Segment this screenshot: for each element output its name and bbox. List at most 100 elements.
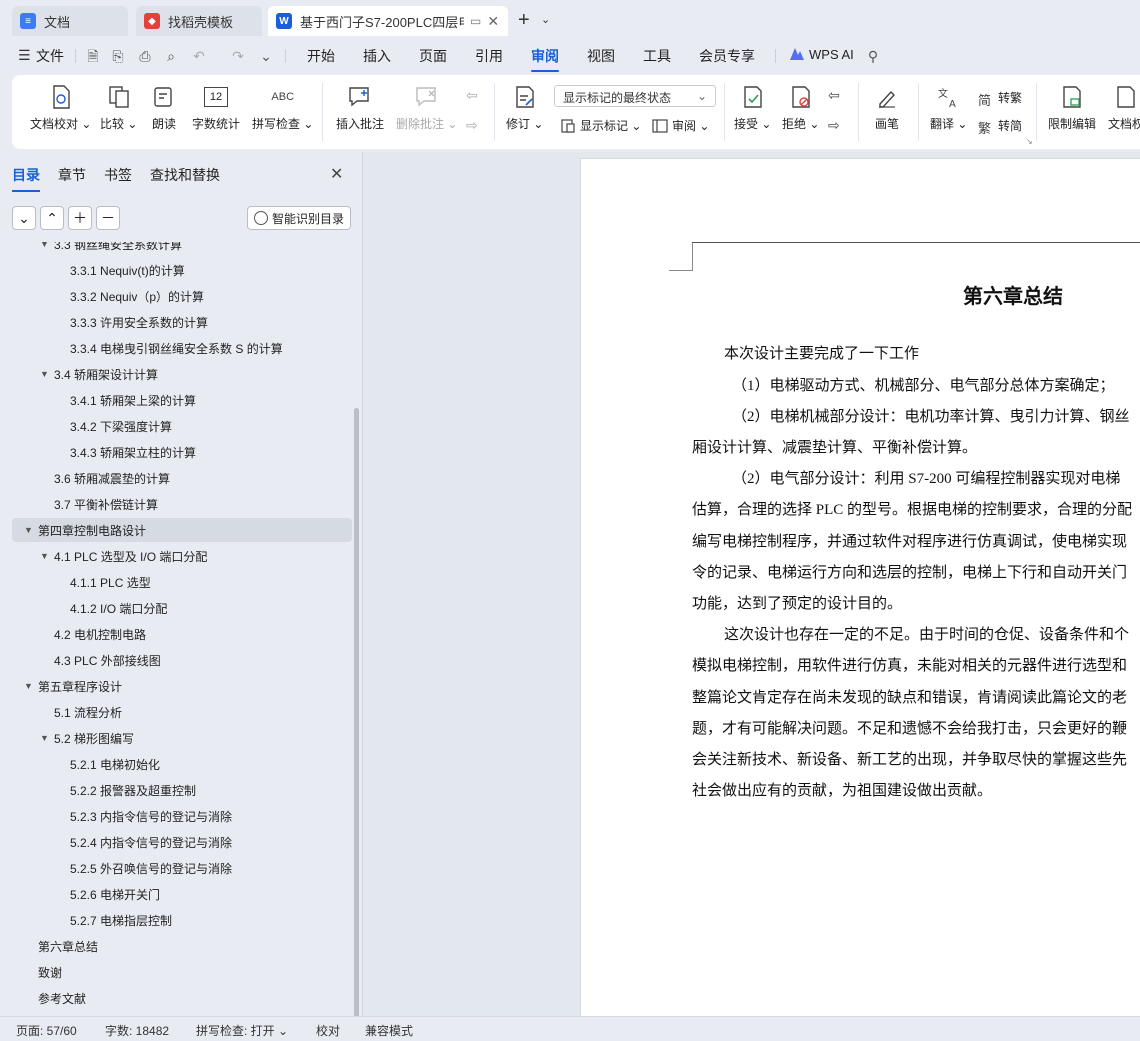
toc-item[interactable]: 参考文献 — [12, 986, 352, 1010]
toc-item[interactable]: 致谢 — [12, 960, 352, 984]
restrict-edit-button[interactable]: 限制编辑 — [1048, 83, 1096, 132]
toc-item[interactable]: ▼ 3.3 钢丝绳安全系数计算 — [12, 242, 352, 256]
new-tab-button[interactable]: + — [518, 9, 530, 32]
save-icon[interactable]: 🗎 — [85, 48, 101, 64]
tab-current-document[interactable]: W 基于西门子S7-200PLC四层电 ▭ ✕ — [268, 6, 508, 36]
word-count-button[interactable]: 12 字数统计 — [192, 83, 240, 132]
toc-expand-arrow-icon[interactable]: ▼ — [40, 733, 49, 743]
toc-expand-arrow-icon[interactable]: ▼ — [40, 551, 49, 561]
menu-references[interactable]: 引用 — [475, 46, 503, 66]
toc-item[interactable]: 4.3 PLC 外部接线图 — [12, 648, 352, 672]
toc-item[interactable]: 5.2.1 电梯初始化 — [12, 752, 352, 776]
nav-tab-find-replace[interactable]: 查找和替换 — [150, 165, 220, 185]
collapse-down-button[interactable]: ⌄ — [12, 206, 36, 230]
toc-item[interactable]: 3.7 平衡补偿链计算 — [12, 492, 352, 516]
toc-expand-arrow-icon[interactable]: ▼ — [24, 681, 33, 691]
toc-item[interactable]: ▼ 第五章程序设计 — [12, 674, 352, 698]
toc-item[interactable]: ▼ 3.4 轿厢架设计计算 — [12, 362, 352, 386]
menu-wps-ai[interactable]: WPS AI — [809, 47, 854, 62]
proofread-indicator[interactable]: 校对 — [316, 1022, 340, 1039]
show-markup-button[interactable]: 显示标记 ⌄ — [560, 117, 641, 134]
next-change-icon[interactable]: ⇨ — [828, 117, 840, 134]
doc-rights-button[interactable]: 文档权 — [1108, 83, 1140, 132]
menu-tools[interactable]: 工具 — [643, 46, 671, 66]
toc-item[interactable]: 5.2.4 内指令信号的登记与消除 — [12, 830, 352, 854]
toc-expand-arrow-icon[interactable]: ▼ — [40, 369, 49, 379]
export-icon[interactable]: ⎘ — [110, 48, 126, 64]
toc-item[interactable]: 5.2.3 内指令信号的登记与消除 — [12, 804, 352, 828]
print-icon[interactable]: ⎙ — [137, 48, 153, 64]
toc-scrollbar[interactable] — [354, 408, 359, 1018]
toc-item[interactable]: 3.3.1 Nequiv(t)的计算 — [12, 258, 352, 282]
compare-button[interactable]: 比较 ⌄ — [100, 83, 137, 132]
page-indicator[interactable]: 页面: 57/60 — [16, 1022, 77, 1039]
collapse-up-button[interactable]: ⌃ — [40, 206, 64, 230]
close-icon[interactable]: ✕ — [487, 13, 499, 30]
spell-check-indicator[interactable]: 拼写检查: 打开 ⌄ — [196, 1022, 288, 1039]
insert-comment-button[interactable]: 插入批注 — [336, 83, 384, 132]
to-simplified-button[interactable]: 繁 转简 — [978, 117, 1022, 136]
monitor-icon[interactable]: ▭ — [470, 14, 481, 28]
menu-member[interactable]: 会员专享 — [699, 46, 755, 66]
toc-item[interactable]: 3.4.3 轿厢架立柱的计算 — [12, 440, 352, 464]
toc-item[interactable]: 第六章总结 — [12, 934, 352, 958]
toc-item[interactable]: ▼ 5.2 梯形图编写 — [12, 726, 352, 750]
menu-home[interactable]: 开始 — [307, 46, 335, 66]
toc-expand-arrow-icon[interactable]: ▼ — [40, 242, 49, 249]
tab-docer-templates[interactable]: ◆ 找稻壳模板 — [136, 6, 262, 36]
toc-item[interactable]: 5.1 流程分析 — [12, 700, 352, 724]
undo-icon[interactable]: ↶ — [191, 48, 207, 64]
menu-review[interactable]: 审阅 — [531, 46, 559, 72]
toc-item[interactable]: 3.4.2 下梁强度计算 — [12, 414, 352, 438]
to-traditional-button[interactable]: 简 转繁 — [978, 89, 1022, 108]
toc-item[interactable]: 3.3.4 电梯曳引钢丝绳安全系数 S 的计算 — [12, 336, 352, 360]
print-preview-icon[interactable]: ⌕ — [163, 48, 179, 64]
toc-item[interactable]: 5.2.2 报警器及超重控制 — [12, 778, 352, 802]
toc-item[interactable]: 5.2.6 电梯开关门 — [12, 882, 352, 906]
track-changes-button[interactable]: 修订 ⌄ — [506, 83, 543, 132]
close-icon[interactable]: ✕ — [330, 164, 343, 184]
reject-button[interactable]: 拒绝 ⌄ — [782, 83, 819, 132]
markup-state-dropdown[interactable]: 显示标记的最终状态 ⌄ — [554, 85, 716, 107]
doc-check-button[interactable]: 文档校对 ⌄ — [30, 83, 91, 132]
chevron-down-icon[interactable]: ⌄ — [258, 48, 274, 64]
spell-check-button[interactable]: ABC 拼写检查 ⌄ — [252, 83, 313, 132]
redo-icon[interactable]: ↷ — [230, 48, 246, 64]
menu-file[interactable]: 文件 — [36, 46, 64, 66]
toc-item[interactable]: 3.3.3 许用安全系数的计算 — [12, 310, 352, 334]
pen-button[interactable]: 画笔 — [874, 83, 900, 132]
toc-item[interactable]: 4.2 电机控制电路 — [12, 622, 352, 646]
toc-item[interactable]: 4.1.1 PLC 选型 — [12, 570, 352, 594]
toc-item[interactable]: 5.2.5 外召唤信号的登记与消除 — [12, 856, 352, 880]
nav-tab-toc[interactable]: 目录 — [12, 165, 40, 192]
accept-button[interactable]: 接受 ⌄ — [734, 83, 771, 132]
nav-tab-bookmarks[interactable]: 书签 — [104, 165, 132, 185]
toc-item[interactable]: 3.3.2 Nequiv（p）的计算 — [12, 284, 352, 308]
prev-comment-icon[interactable]: ⇦ — [466, 87, 478, 104]
chevron-down-icon[interactable]: ⌄ — [541, 13, 550, 26]
collapse-button[interactable]: － — [96, 206, 120, 230]
hamburger-icon[interactable]: ☰ — [18, 47, 31, 64]
tab-docs[interactable]: ≡ 文档 — [12, 6, 128, 36]
review-pane-button[interactable]: 审阅 ⌄ — [652, 117, 709, 134]
toc-item[interactable]: 3.4.1 轿厢架上梁的计算 — [12, 388, 352, 412]
menu-insert[interactable]: 插入 — [363, 46, 391, 66]
next-comment-icon[interactable]: ⇨ — [466, 117, 478, 134]
read-aloud-button[interactable]: 朗读 — [151, 83, 177, 132]
toc-expand-arrow-icon[interactable]: ▼ — [24, 525, 33, 535]
word-count-indicator[interactable]: 字数: 18482 — [105, 1022, 169, 1039]
menu-view[interactable]: 视图 — [587, 46, 615, 66]
toc-item[interactable]: 4.1.2 I/O 端口分配 — [12, 596, 352, 620]
nav-tab-sections[interactable]: 章节 — [58, 165, 86, 185]
expand-button[interactable]: ＋ — [68, 206, 92, 230]
smart-toc-button[interactable]: 智能识别目录 — [247, 206, 351, 230]
search-icon[interactable]: ⚲ — [865, 48, 881, 64]
toc-item[interactable]: ▼ 4.1 PLC 选型及 I/O 端口分配 — [12, 544, 352, 568]
translate-button[interactable]: 文A 翻译 ⌄ — [930, 83, 967, 132]
menu-page[interactable]: 页面 — [419, 46, 447, 66]
toc-item[interactable]: ▼ 第四章控制电路设计 — [12, 518, 352, 542]
toc-item[interactable]: 5.2.7 电梯指层控制 — [12, 908, 352, 932]
prev-change-icon[interactable]: ⇦ — [828, 87, 840, 104]
toc-item[interactable]: 3.6 轿厢减震垫的计算 — [12, 466, 352, 490]
delete-comment-button[interactable]: 删除批注 ⌄ — [396, 83, 457, 132]
